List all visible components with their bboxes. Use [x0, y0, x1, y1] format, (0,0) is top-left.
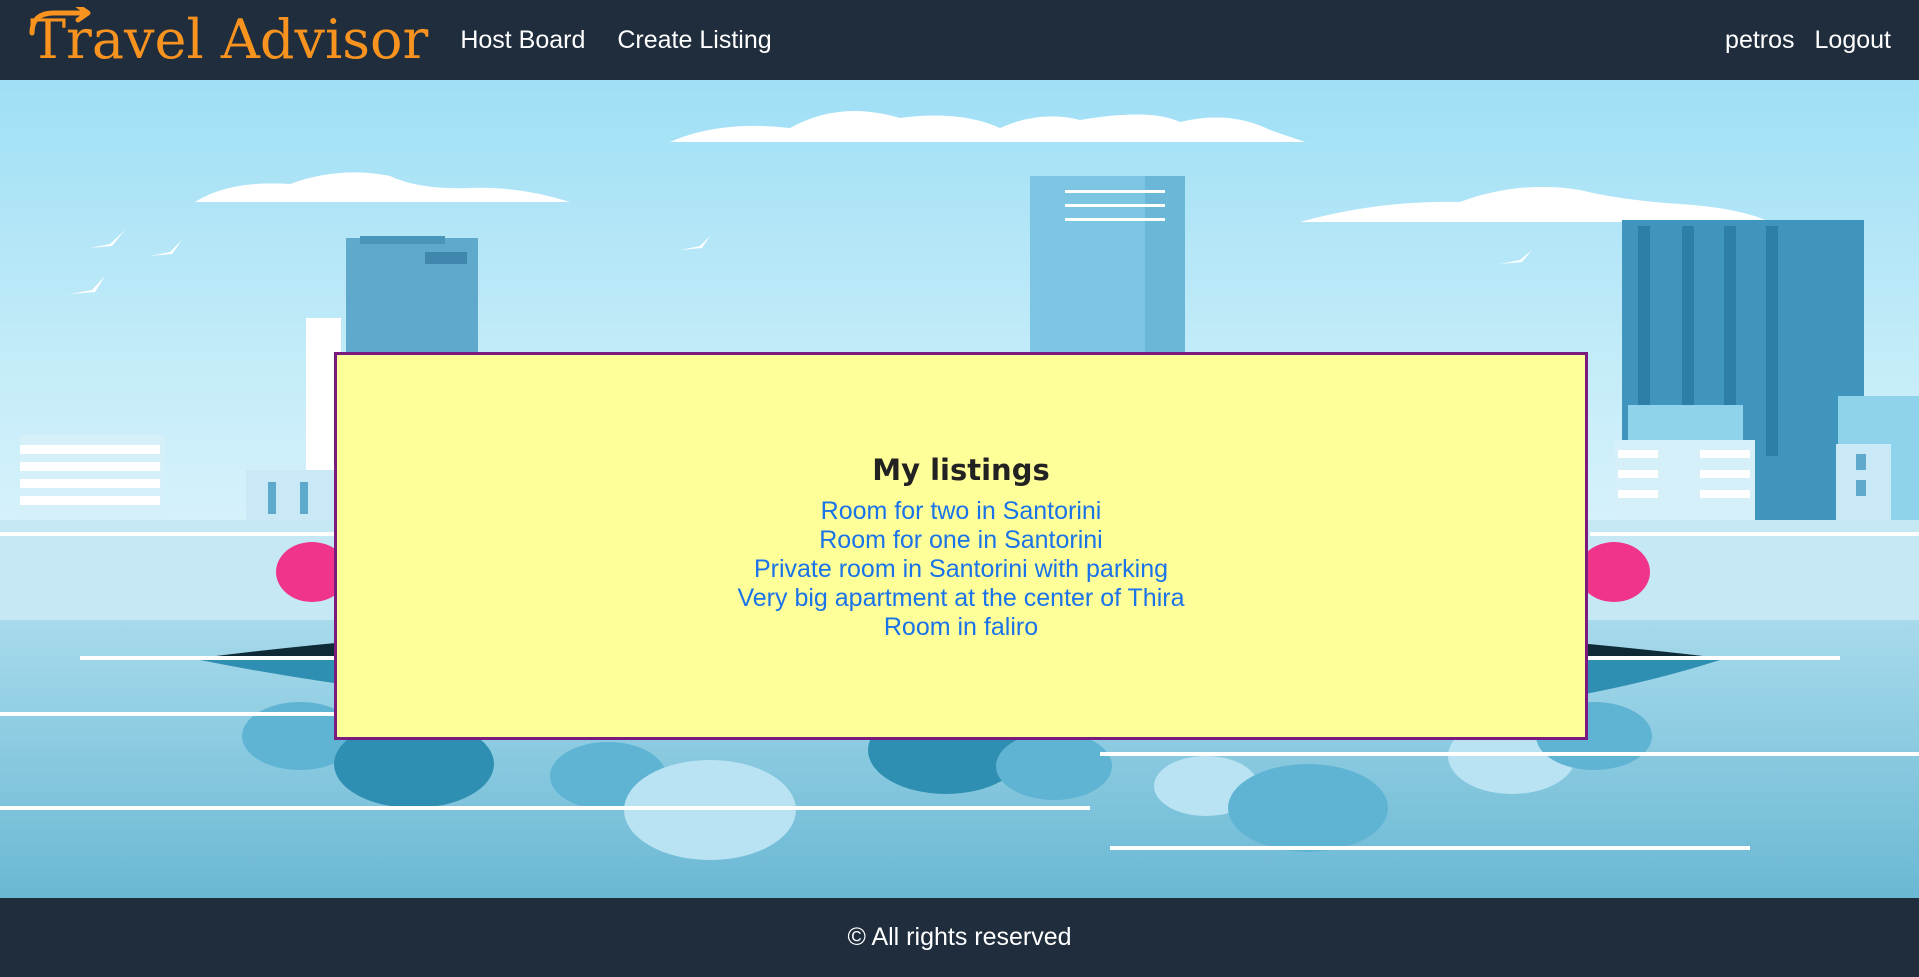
nav-create-listing[interactable]: Create Listing	[617, 26, 771, 55]
listing-link[interactable]: Room for one in Santorini	[819, 526, 1102, 555]
listing-link[interactable]: Very big apartment at the center of Thir…	[737, 584, 1184, 613]
my-listings-card: My listings Room for two in Santorini Ro…	[334, 352, 1588, 740]
nav-user-area: petros Logout	[1713, 26, 1899, 55]
listing-link[interactable]: Private room in Santorini with parking	[754, 555, 1168, 584]
brand-logo[interactable]: Travel Advisor	[29, 7, 428, 67]
hero-background: My listings Room for two in Santorini Ro…	[0, 80, 1919, 898]
logout-link[interactable]: Logout	[1815, 26, 1891, 55]
listing-link[interactable]: Room for two in Santorini	[821, 497, 1102, 526]
listing-link[interactable]: Room in faliro	[884, 613, 1038, 642]
footer: © All rights reserved	[0, 898, 1919, 977]
copyright-text: © All rights reserved	[847, 923, 1072, 951]
top-navbar: Travel Advisor Host Board Create Listing…	[0, 0, 1919, 80]
page-title: My listings	[872, 453, 1050, 487]
nav-host-board[interactable]: Host Board	[460, 26, 585, 55]
arrow-icon	[29, 7, 91, 36]
nav-username[interactable]: petros	[1725, 26, 1794, 55]
